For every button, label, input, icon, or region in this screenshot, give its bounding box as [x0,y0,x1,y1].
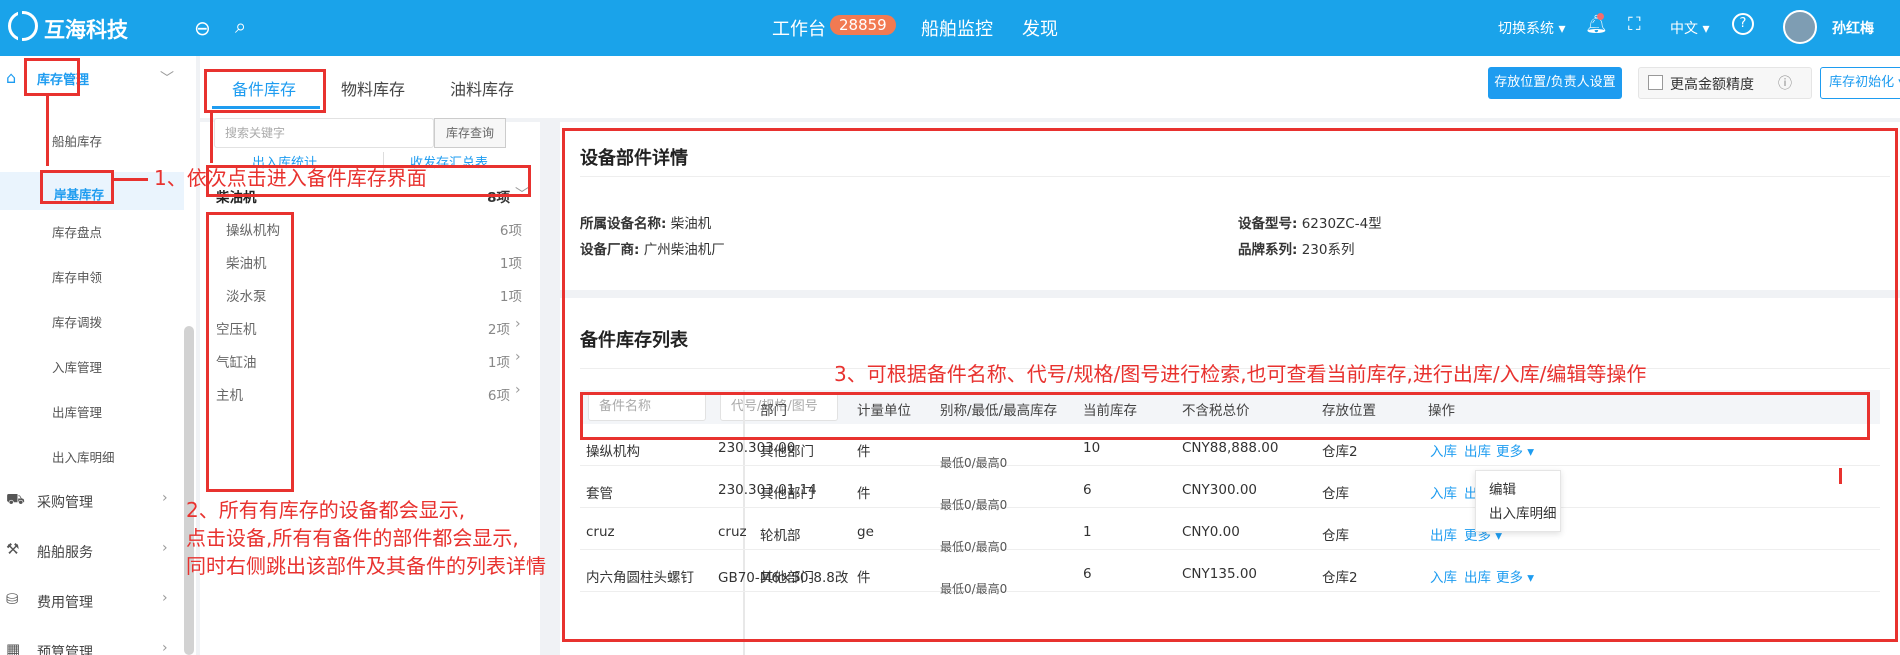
annotation-box-filters [580,392,1870,440]
chevron-right-icon[interactable]: › [515,382,521,398]
tab-bar: 备件库存 物料库存 油料库存 存放位置/负责人设置 更高金额精度 ⓘ 库存初始化… [200,56,1900,118]
annotation-box-inventory [24,58,80,96]
stock-init-label: 库存初始化 [1829,75,1895,90]
nav-workbench[interactable]: 工作台 [772,15,826,41]
chevron-up-icon[interactable]: ﹀ [160,68,174,88]
avatar[interactable] [1783,10,1817,44]
fullscreen-icon[interactable]: ⛶ [1628,14,1641,35]
notification-dot [1597,13,1604,20]
info-icon: ⓘ [1778,76,1792,92]
annotation-box-tree [206,212,294,492]
sidebar-group-budget[interactable]: 预算管理 [37,642,93,655]
annotation-step2-line2: 点击设备,所有有备件的部件都会显示, [186,526,519,550]
annotation-box-tab [204,69,326,113]
tree-count: 1项 [487,355,510,371]
top-bar: 互海科技 ⊖ ⌕ 工作台 28859 船舶监控 发现 切换系统 ▾ 🔔︎ ⛶ 中… [0,0,1900,56]
nav-discover[interactable]: 发现 [1022,15,1058,41]
sidebar-item-outbound[interactable]: 出库管理 [52,402,102,421]
chevron-right-icon[interactable]: › [515,349,521,365]
sidebar: ⌂ 库存管理 ﹀ 船舶库存 岸基库存 库存盘点 库存申领 库存调拨 入库管理 出… [0,56,196,655]
back-icon[interactable]: ⊖ [194,16,211,40]
annotation-arrow [1839,468,1842,484]
brand-name: 互海科技 [44,18,128,42]
workbench-count-badge: 28859 [830,15,896,35]
stock-query-button[interactable]: 库存查询 [434,118,506,148]
annotation-step3: 3、可根据备件名称、代号/规格/图号进行检索,也可查看当前库存,进行出库/入库/… [834,362,1647,386]
sidebar-group-expense[interactable]: 费用管理 [37,592,93,612]
switch-system-label: 切换系统 [1498,21,1554,37]
annotation-box-shore-stock [40,170,114,204]
tree-search-input[interactable]: 搜索关键字 [214,118,434,148]
sidebar-scrollbar[interactable] [184,326,194,655]
sidebar-group-ship-service[interactable]: 船舶服务 [37,542,93,562]
annotation-step2-line1: 2、所有有库存的设备都会显示, [186,498,466,522]
cart-icon: ⛟ [6,490,25,508]
sidebar-item-inbound[interactable]: 入库管理 [52,357,102,376]
annotation-arrow [114,178,148,181]
sidebar-item-in-out-detail[interactable]: 出入库明细 [52,447,115,466]
chevron-right-icon[interactable]: › [162,640,168,655]
search-icon[interactable]: ⌕ [235,14,246,38]
brand-logo-icon [8,11,38,41]
tree-count: 6项 [487,388,510,404]
help-icon[interactable]: ? [1732,13,1754,35]
sidebar-group-purchase[interactable]: 采购管理 [37,492,93,512]
username: 孙红梅 [1832,21,1874,37]
tree-count: 6项 [499,223,522,239]
chevron-right-icon[interactable]: › [515,316,521,332]
sidebar-item-stock-transfer[interactable]: 库存调拨 [52,312,102,331]
language-menu[interactable]: 中文 ▾ [1670,18,1709,38]
tab-materials[interactable]: 物料库存 [341,76,405,100]
sidebar-item-inventory-check[interactable]: 库存盘点 [52,222,102,241]
sidebar-item-stock-request[interactable]: 库存申领 [52,267,102,286]
chevron-right-icon[interactable]: › [162,590,168,606]
annotation-box-stats [206,165,531,197]
sidebar-item-ship-stock[interactable]: 船舶库存 [52,131,102,150]
stock-init-button[interactable]: 库存初始化 ▾ [1820,67,1900,99]
tab-oil[interactable]: 油料库存 [450,76,514,100]
budget-icon: ▦ [6,640,21,655]
language-label: 中文 [1670,21,1698,37]
precision-label: 更高金额精度 [1670,77,1754,93]
annotation-step2-line3: 同时右侧跳出该部件及其备件的列表详情 [186,554,546,578]
tree-count: 2项 [487,322,510,338]
tree-count: 1项 [499,256,522,272]
home-icon: ⌂ [6,68,17,87]
annotation-arrow [46,96,49,166]
nav-ship-monitor[interactable]: 船舶监控 [921,15,993,41]
database-icon: ⛁ [6,590,19,608]
precision-checkbox[interactable] [1648,75,1663,90]
location-settings-button[interactable]: 存放位置/负责人设置 [1488,67,1622,99]
hammer-icon: ⚒ [6,540,20,558]
tree-count: 1项 [499,289,522,305]
chevron-right-icon[interactable]: › [162,490,168,506]
switch-system-menu[interactable]: 切换系统 ▾ [1498,18,1565,38]
annotation-arrow [210,113,213,163]
chevron-right-icon[interactable]: › [162,540,168,556]
